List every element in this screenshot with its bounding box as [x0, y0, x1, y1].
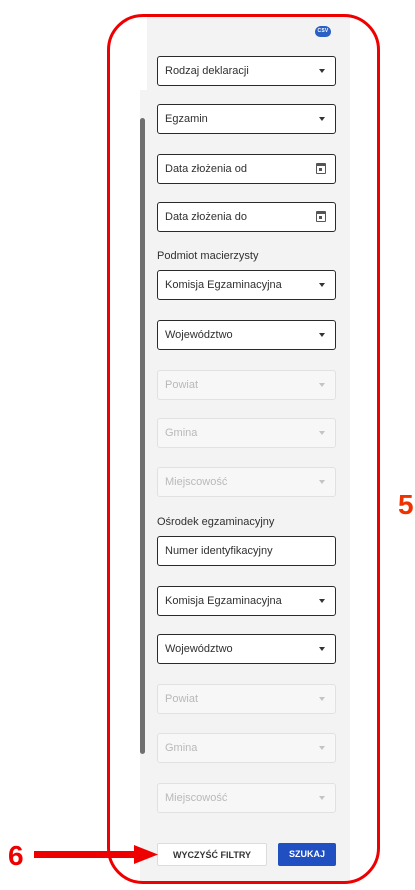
annotation-frame: [107, 14, 380, 884]
annotation-marker-5: 5: [398, 489, 414, 520]
screenshot-stage: CSV Rodzaj deklaracji Egzamin Data złoże…: [0, 0, 415, 890]
annotation-arrow-icon: [34, 845, 158, 864]
annotation-marker-6: 6: [8, 840, 24, 871]
